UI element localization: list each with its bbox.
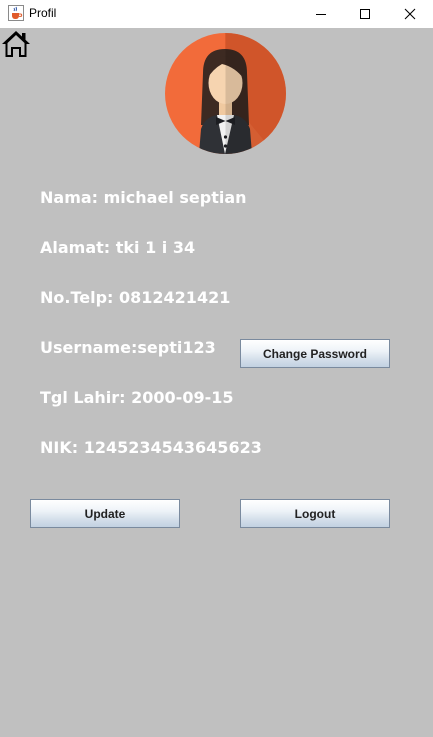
profile-panel: Nama: michael septian Alamat: tki 1 i 34… [0, 28, 433, 737]
waiter-avatar-icon [165, 33, 286, 154]
close-button[interactable] [387, 0, 433, 28]
close-icon [404, 5, 416, 24]
username-label: Username:septi123 [40, 338, 216, 357]
update-button[interactable]: Update [30, 499, 180, 528]
profil-window: Profil Nama: michael septian Alamat: tki… [0, 0, 433, 737]
nama-label: Nama: michael septian [40, 188, 247, 207]
minimize-icon [315, 5, 327, 24]
maximize-button[interactable] [342, 0, 388, 28]
change-password-button[interactable]: Change Password [240, 339, 390, 368]
tgl-lahir-label: Tgl Lahir: 2000-09-15 [40, 388, 234, 407]
alamat-label: Alamat: tki 1 i 34 [40, 238, 196, 257]
home-icon[interactable] [1, 29, 31, 59]
minimize-button[interactable] [298, 0, 344, 28]
maximize-icon [359, 5, 371, 24]
logout-button[interactable]: Logout [240, 499, 390, 528]
nik-label: NIK: 1245234543645623 [40, 438, 262, 457]
telp-label: No.Telp: 0812421421 [40, 288, 231, 307]
java-cup-icon [8, 5, 24, 21]
window-title: Profil [29, 6, 57, 20]
title-bar: Profil [0, 0, 433, 28]
